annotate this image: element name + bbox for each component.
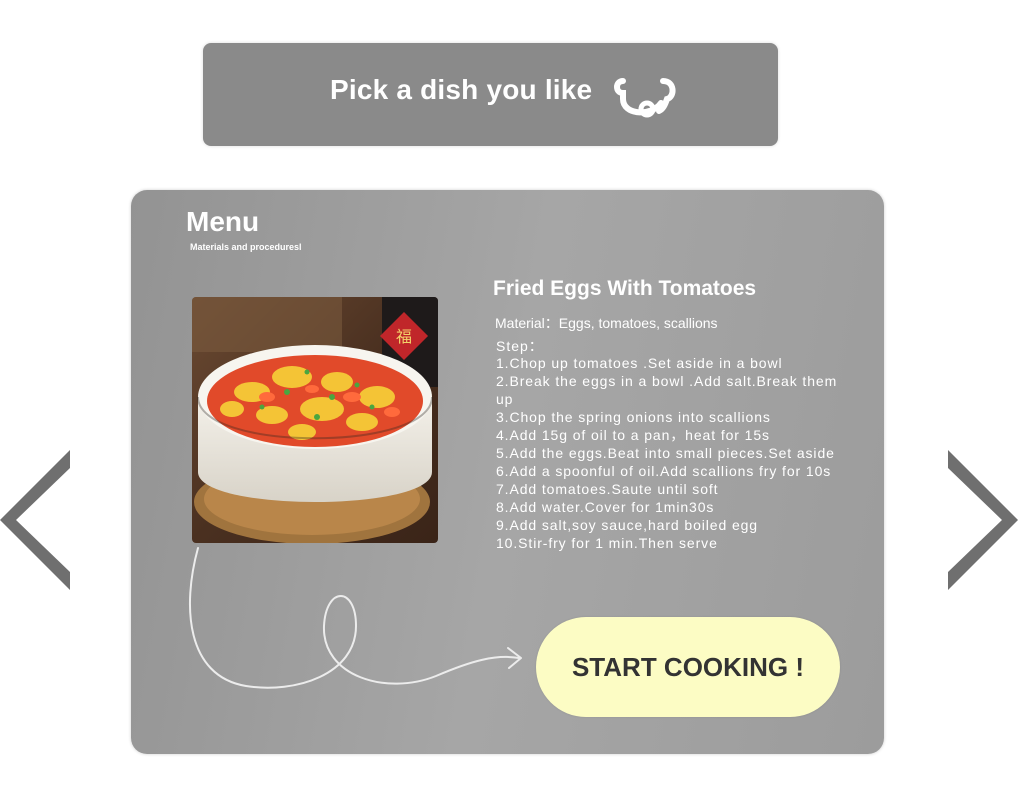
material-text: Material：Eggs, tomatoes, scallions xyxy=(495,315,718,331)
step-item: 5.Add the eggs.Beat into small pieces.Se… xyxy=(496,445,835,461)
recipe-picker-screen: Pick a dish you like Menu Materials and … xyxy=(0,0,1020,800)
chevron-right-icon[interactable] xyxy=(946,450,1018,590)
dish-photo: 福 xyxy=(192,297,438,543)
step-label: Step： xyxy=(496,338,544,354)
squiggle-arrow-decoration xyxy=(189,547,522,689)
step-item: 8.Add water.Cover for 1min30s xyxy=(496,499,715,515)
dish-name: Fried Eggs With Tomatoes xyxy=(493,277,757,300)
chevron-left-icon[interactable] xyxy=(0,450,72,590)
step-item: 4.Add 15g of oil to a pan，heat for 15s xyxy=(496,427,770,443)
banner-title: Pick a dish you like xyxy=(330,74,593,105)
step-item: 6.Add a spoonful of oil.Add scallions fr… xyxy=(496,463,832,479)
step-item: 1.Chop up tomatoes .Set aside in a bowl xyxy=(496,355,783,371)
menu-subtitle: Materials and proceduresl xyxy=(190,242,302,252)
smile-icon xyxy=(614,78,676,118)
step-item: 7.Add tomatoes.Saute until soft xyxy=(496,481,719,497)
recipe-card: Menu Materials and proceduresl 福 Fried E… xyxy=(131,190,884,754)
header-banner: Pick a dish you like xyxy=(203,43,778,146)
start-cooking-button[interactable]: START COOKING ! xyxy=(536,617,840,717)
step-item: 3.Chop the spring onions into scallions xyxy=(496,409,771,425)
steps-list: 1.Chop up tomatoes .Set aside in a bowl … xyxy=(496,354,841,552)
step-item: 10.Stir-fry for 1 min.Then serve xyxy=(496,535,718,551)
menu-title: Menu xyxy=(186,206,260,237)
step-item: 2.Break the eggs in a bowl .Add salt.Bre… xyxy=(496,373,838,407)
step-item: 9.Add salt,soy sauce,hard boiled egg xyxy=(496,517,758,533)
svg-text:福: 福 xyxy=(396,327,412,346)
